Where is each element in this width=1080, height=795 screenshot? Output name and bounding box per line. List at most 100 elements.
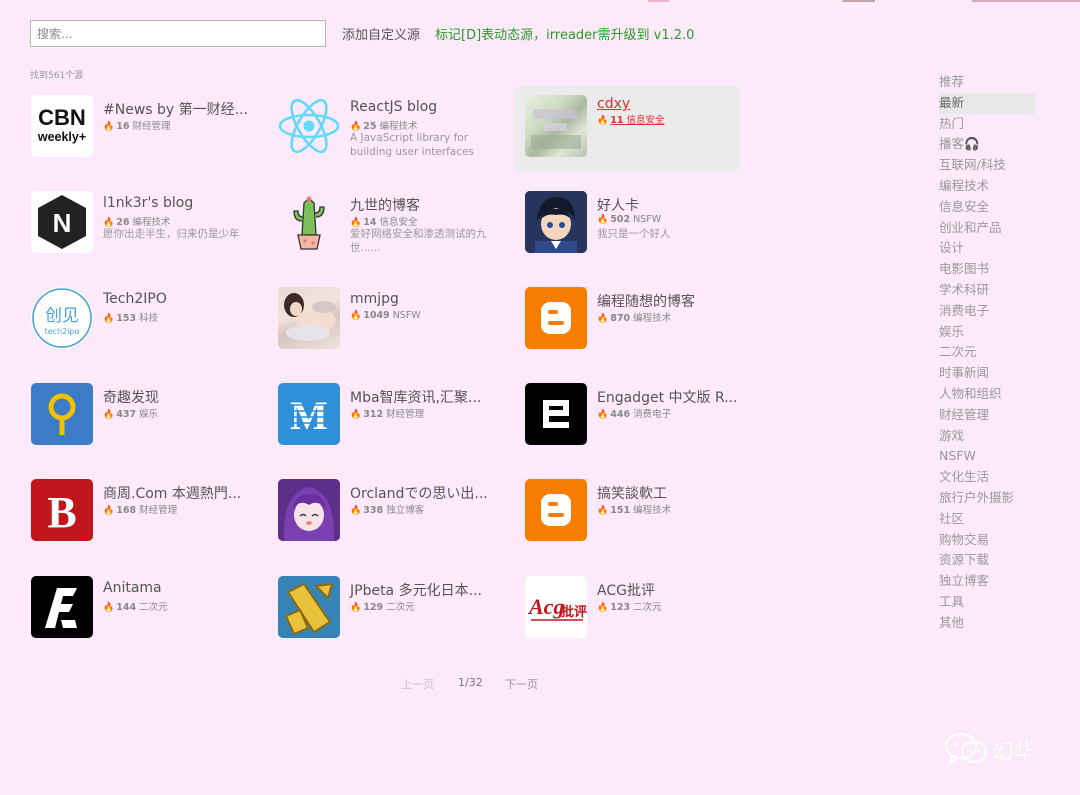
source-title: ACG批评: [597, 583, 655, 599]
mba-m-logo: M: [278, 383, 340, 445]
sidebar-item-entertainment[interactable]: 娱乐: [939, 322, 1035, 343]
anitama-logo: [31, 576, 93, 638]
sidebar-item-startup-product[interactable]: 创业和产品: [939, 218, 1035, 239]
sidebar-item-latest[interactable]: 最新: [939, 92, 1035, 114]
category-sidebar: 推荐 最新 热门 播客🎧 互联网/科技 编程技术 信息安全 创业和产品 设计 电…: [939, 72, 1035, 634]
source-meta: 🔥 870 编程技术: [597, 313, 672, 324]
key-hole-logo: [31, 383, 93, 445]
source-card[interactable]: N l1nk3r's blog 🔥 26 编程技术 愿你出走半生，归来仍是少年: [31, 189, 257, 275]
acg-critique-logo: Acg 批评: [525, 576, 587, 638]
sidebar-item-recommended[interactable]: 推荐: [939, 72, 1035, 93]
flame-icon: 🔥: [103, 603, 115, 613]
source-card[interactable]: Acg 批评 ACG批评 🔥 123 二次元: [525, 574, 751, 660]
svg-text:weekly+: weekly+: [37, 130, 86, 144]
sidebar-item-programming[interactable]: 编程技术: [939, 176, 1035, 197]
flame-icon: 🔥: [103, 122, 115, 132]
flame-icon: 🔥: [597, 314, 609, 324]
source-title: mmjpg: [350, 291, 399, 307]
svg-text:B: B: [47, 488, 76, 537]
flame-icon: 🔥: [103, 506, 115, 516]
source-title[interactable]: cdxy: [597, 96, 630, 112]
letter-n-hexagon-logo: N: [31, 191, 93, 253]
sidebar-item-consumer-electronics[interactable]: 消费电子: [939, 301, 1035, 322]
source-title: 九世的博客: [350, 198, 420, 214]
sidebar-item-design[interactable]: 设计: [939, 238, 1035, 259]
sidebar-item-security[interactable]: 信息安全: [939, 197, 1035, 218]
flame-icon: 🔥: [597, 506, 609, 516]
source-meta: 🔥 144 二次元: [103, 602, 168, 613]
search-input[interactable]: [30, 20, 326, 47]
source-card[interactable]: mmjpg 🔥 1049 NSFW: [278, 285, 504, 371]
source-card-selected[interactable]: cdxy 🔥 11 信息安全: [514, 86, 740, 172]
sidebar-item-people-orgs[interactable]: 人物和组织: [939, 384, 1035, 405]
sidebar-item-internet-tech[interactable]: 互联网/科技: [939, 155, 1035, 176]
sidebar-item-travel-photo[interactable]: 旅行户外摄影: [939, 488, 1035, 509]
source-card[interactable]: Orclandでの思い出... 🔥 338 独立博客: [278, 477, 504, 563]
svg-text:批评: 批评: [561, 604, 587, 620]
svg-text:Acg: Acg: [527, 594, 564, 619]
next-page-button[interactable]: 下一页: [505, 676, 538, 692]
sidebar-item-culture-life[interactable]: 文化生活: [939, 467, 1035, 488]
source-card[interactable]: B 商周.Com 本週熱門... 🔥 168 财经管理: [31, 477, 257, 563]
source-meta: 🔥 312 财经管理: [350, 409, 425, 420]
source-card[interactable]: 创见 tech2ipo Tech2IPO 🔥 153 科技: [31, 285, 257, 371]
source-title: Orclandでの思い出...: [350, 486, 488, 502]
source-card[interactable]: JPbeta 多元化日本... 🔥 129 二次元: [278, 574, 504, 660]
svg-text:创见: 创见: [45, 306, 79, 326]
jpbeta-logo: [278, 576, 340, 638]
sidebar-item-downloads[interactable]: 资源下载: [939, 550, 1035, 571]
source-card[interactable]: CBN weekly+ #News by 第一财经... 🔥 16 财经管理: [31, 93, 257, 179]
sidebar-item-podcast[interactable]: 播客🎧: [939, 134, 1035, 155]
source-card[interactable]: 搞笑談軟工 🔥 151 编程技术: [525, 477, 751, 563]
tech2ipo-logo: 创见 tech2ipo: [31, 287, 93, 349]
upgrade-notice: 标记[D]表动态源，irreader需升级到 v1.2.0: [435, 28, 695, 43]
source-card[interactable]: Anitama 🔥 144 二次元: [31, 574, 257, 660]
sidebar-item-hot[interactable]: 热门: [939, 114, 1035, 135]
source-description: A JavaScript library for building user i…: [350, 132, 474, 158]
blogger-logo: [525, 479, 587, 541]
sidebar-item-shopping[interactable]: 购物交易: [939, 530, 1035, 551]
source-meta: 🔥 437 娱乐: [103, 409, 159, 420]
sidebar-item-tools[interactable]: 工具: [939, 592, 1035, 613]
add-custom-source-link[interactable]: 添加自定义源: [342, 24, 420, 43]
sidebar-item-finance[interactable]: 财经管理: [939, 405, 1035, 426]
source-meta: 🔥 129 二次元: [350, 602, 415, 613]
source-meta: 🔥 11 信息安全: [597, 115, 665, 126]
source-card[interactable]: ReactJS blog 🔥 25 编程技术 A JavaScript libra…: [278, 93, 504, 179]
sidebar-item-acg[interactable]: 二次元: [939, 342, 1035, 363]
page-indicator: 1/32: [458, 676, 483, 689]
sidebar-item-movies-books[interactable]: 电影图书: [939, 259, 1035, 280]
top-accent-line: [0, 0, 1080, 2]
sidebar-item-academic[interactable]: 学术科研: [939, 280, 1035, 301]
sidebar-item-nsfw[interactable]: NSFW: [939, 446, 1035, 467]
source-meta: 🔥 25 编程技术: [350, 121, 418, 132]
source-card[interactable]: Engadget 中文版 R... 🔥 446 消费电子: [525, 381, 751, 467]
source-meta: 🔥 123 二次元: [597, 602, 662, 613]
anime-detective-avatar: [525, 191, 587, 253]
source-card[interactable]: 编程随想的博客 🔥 870 编程技术: [525, 285, 751, 371]
result-count: 找到561个源: [30, 71, 84, 81]
flame-icon: 🔥: [350, 506, 362, 516]
sidebar-item-other[interactable]: 其他: [939, 613, 1035, 634]
sidebar-item-community[interactable]: 社区: [939, 509, 1035, 530]
prev-page-button[interactable]: 上一页: [401, 676, 434, 692]
sidebar-item-indie-blogs[interactable]: 独立博客: [939, 571, 1035, 592]
svg-text:M: M: [290, 393, 328, 438]
source-meta: 🔥 338 独立博客: [350, 505, 425, 516]
source-title: ReactJS blog: [350, 99, 438, 115]
flame-icon: 🔥: [103, 314, 115, 324]
source-meta: 🔥 502 NSFW: [597, 214, 662, 225]
sidebar-item-news[interactable]: 时事新闻: [939, 363, 1035, 384]
flame-icon: 🔥: [597, 603, 609, 613]
sidebar-item-games[interactable]: 游戏: [939, 426, 1035, 447]
source-meta: 🔥 151 编程技术: [597, 505, 672, 516]
photo-thumbnail: [278, 287, 340, 349]
source-card[interactable]: M Mba智库资讯,汇聚... 🔥 312 财经管理: [278, 381, 504, 467]
source-card[interactable]: 九世的博客 🔥 14 信息安全 爱好网络安全和渗透测试的九世......: [278, 189, 504, 275]
source-card[interactable]: 好人卡 🔥 502 NSFW 我只是一个好人: [525, 189, 751, 275]
source-title: Mba智库资讯,汇聚...: [350, 390, 482, 406]
source-title: 搞笑談軟工: [597, 486, 667, 502]
anime-girl-avatar: [278, 479, 340, 541]
flame-icon: 🔥: [597, 215, 609, 225]
source-card[interactable]: 奇趣发现 🔥 437 娱乐: [31, 381, 257, 467]
